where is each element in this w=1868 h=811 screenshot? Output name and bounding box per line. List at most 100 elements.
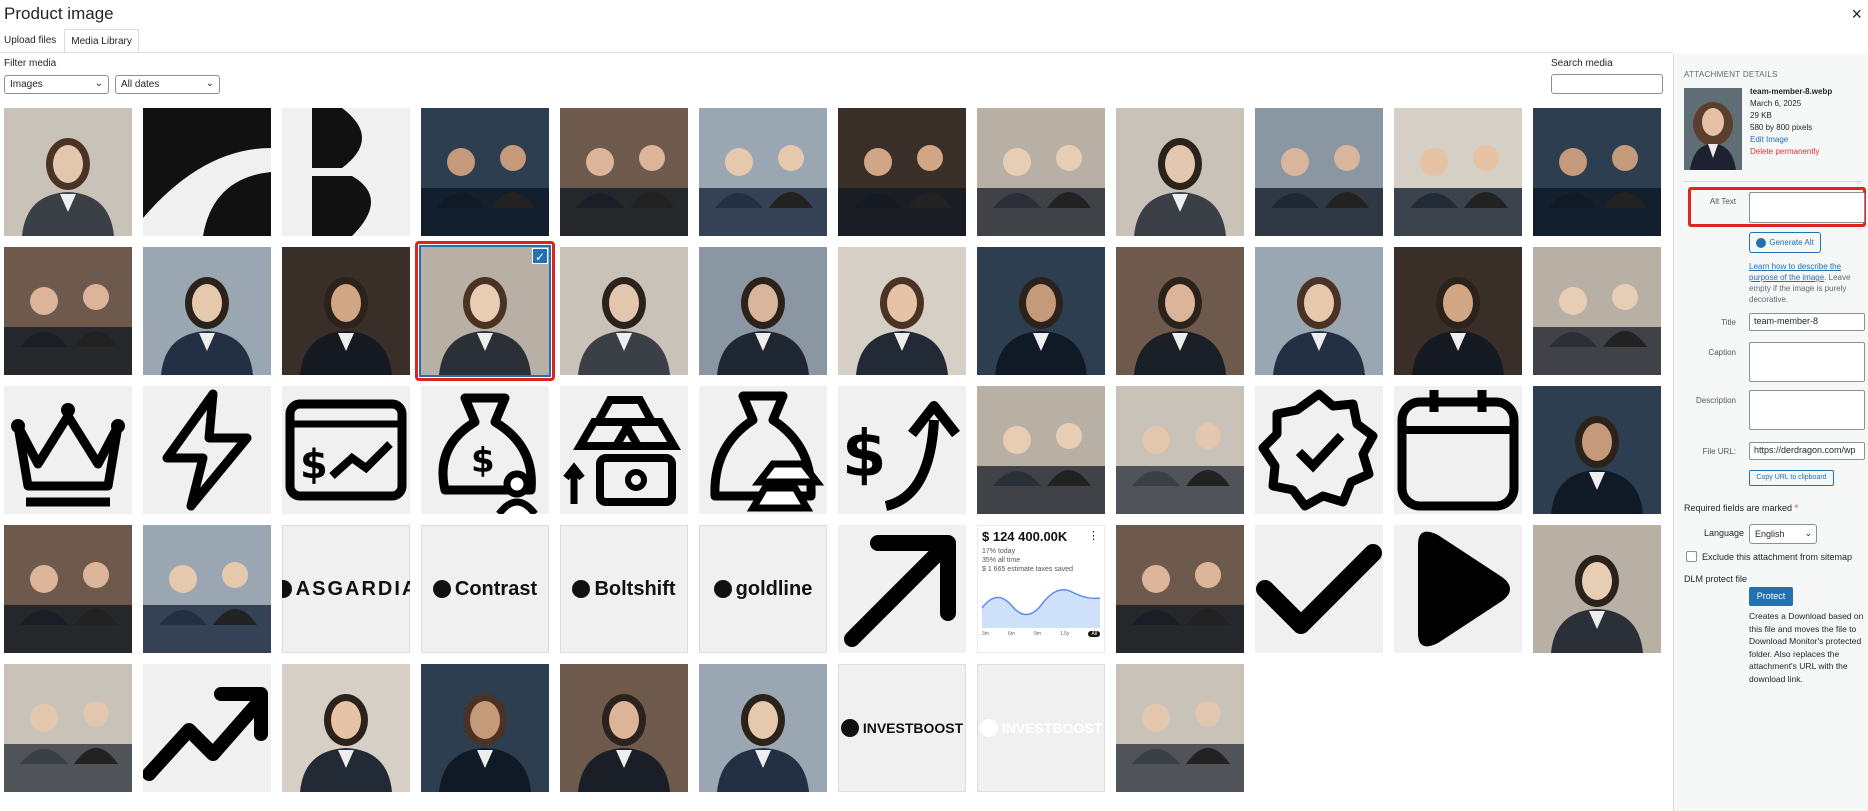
alt-text-label: Alt Text	[1709, 197, 1736, 206]
woman-dark-hair-tile[interactable]	[1116, 247, 1244, 375]
woman-laptop-tile[interactable]	[143, 247, 271, 375]
calendar-icon	[1394, 386, 1522, 514]
goldline-logo-tile[interactable]: goldline	[699, 525, 827, 653]
exclude-sitemap-row: Exclude this attachment from sitemap	[1686, 551, 1852, 562]
investboost-logo-light-tile[interactable]: INVESTBOOST	[977, 664, 1105, 792]
copy-url-button[interactable]: Copy URL to clipboard	[1749, 470, 1834, 486]
business-meeting-tile[interactable]	[421, 108, 549, 236]
lightning-icon-tile[interactable]	[143, 386, 271, 514]
attachment-details-panel: ATTACHMENT DETAILS team-member-8.webp Ma…	[1673, 54, 1868, 811]
attachment-dimensions: 580 by 800 pixels	[1750, 123, 1813, 132]
crown-icon	[4, 386, 132, 514]
tablet-chart-tile[interactable]	[1255, 108, 1383, 236]
man-suit-3-image	[977, 247, 1105, 375]
team-documents-tile[interactable]	[977, 386, 1105, 514]
woman-blue-blazer-image	[838, 247, 966, 375]
contrast-logo-tile[interactable]: Contrast	[421, 525, 549, 653]
woman-blue-blazer-tile[interactable]	[838, 247, 966, 375]
calendar-icon-tile[interactable]	[1394, 386, 1522, 514]
title-label: Title	[1721, 318, 1736, 327]
women-handshake-tile[interactable]	[4, 247, 132, 375]
protect-button[interactable]: Protect	[1749, 587, 1793, 606]
man-suit-2-tile[interactable]	[560, 247, 688, 375]
dark-blue-light-tile[interactable]	[143, 525, 271, 653]
crown-icon-tile[interactable]	[4, 386, 132, 514]
advisor-meeting-tile[interactable]	[560, 108, 688, 236]
laptop-coffee-tile[interactable]	[4, 525, 132, 653]
office-desks-tile[interactable]	[1533, 247, 1661, 375]
handshake-tile[interactable]	[1394, 108, 1522, 236]
money-bag-person-icon-tile[interactable]: $	[421, 386, 549, 514]
caption-field[interactable]	[1749, 342, 1865, 382]
title-field[interactable]: team-member-8	[1749, 313, 1865, 331]
dark-abstract-shape-2-tile[interactable]	[282, 108, 410, 236]
required-note: Required fields are marked *	[1684, 503, 1798, 513]
dollar-chart-window-icon-tile[interactable]: $	[282, 386, 410, 514]
man-bw-portrait-tile[interactable]	[560, 664, 688, 792]
exclude-sitemap-checkbox[interactable]	[1686, 551, 1697, 562]
money-bag-gold-icon-tile[interactable]	[699, 386, 827, 514]
man-grey-suit-tile[interactable]	[1255, 247, 1383, 375]
asgardia-logo-tile[interactable]: ASGARDIA	[282, 525, 410, 653]
dollar-arrow-up-icon-tile[interactable]: $	[838, 386, 966, 514]
attachment-details-heading: ATTACHMENT DETAILS	[1684, 70, 1778, 79]
man-tablet-smiling-tile[interactable]	[4, 108, 132, 236]
generate-alt-label: Generate Alt	[1769, 238, 1814, 247]
team-writing-image	[1116, 386, 1244, 514]
tab-media-library[interactable]: Media Library	[64, 29, 139, 53]
man-suit-3-tile[interactable]	[977, 247, 1105, 375]
verified-badge-icon-tile[interactable]	[1255, 386, 1383, 514]
language-label: Language	[1703, 528, 1744, 538]
search-media-input[interactable]	[1551, 74, 1663, 94]
play-icon-tile[interactable]	[1394, 525, 1522, 653]
dark-abstract-shape-1-tile[interactable]	[143, 108, 271, 236]
woman-city-tile[interactable]	[699, 247, 827, 375]
man-laptop-dark-tile[interactable]	[1533, 386, 1661, 514]
lightning-icon	[143, 386, 271, 514]
date-filter-select[interactable]: All dates ⌄	[115, 75, 220, 94]
man-suit-2-image	[560, 247, 688, 375]
language-select[interactable]: English ⌄	[1749, 524, 1817, 544]
dlm-protect-label: DLM protect file	[1684, 574, 1748, 584]
arrow-up-right-icon-tile[interactable]	[838, 525, 966, 653]
more-options-icon: ⋮	[1088, 530, 1099, 542]
goldline-logo-text: goldline	[735, 577, 813, 600]
man-bw-portrait-image	[560, 664, 688, 792]
trend-up-icon-tile[interactable]	[143, 664, 271, 792]
edit-image-link[interactable]: Edit Image	[1750, 134, 1832, 146]
growth-chart-hand-tile[interactable]	[1533, 108, 1661, 236]
alt-text-field[interactable]	[1749, 192, 1865, 223]
woman-long-hair-tile[interactable]	[421, 664, 549, 792]
close-icon[interactable]: ×	[1851, 4, 1862, 24]
man-portrait-bg-tile[interactable]	[282, 664, 410, 792]
man-suit-1-tile[interactable]	[282, 247, 410, 375]
woman-yellow-hat-tile[interactable]	[699, 664, 827, 792]
delete-permanently-link[interactable]: Delete permanently	[1750, 146, 1832, 158]
young-man-portrait-tile[interactable]	[1394, 247, 1522, 375]
boltshift-logo-tile[interactable]: Boltshift	[560, 525, 688, 653]
man-phone-desk-tile[interactable]	[1116, 108, 1244, 236]
description-field[interactable]	[1749, 390, 1865, 430]
exclude-sitemap-label: Exclude this attachment from sitemap	[1702, 551, 1853, 562]
laptop-discussion-tile[interactable]	[838, 108, 966, 236]
finance-widget-tile[interactable]: $ 124 400.00K 17% today 35% all time $ 1 66…	[977, 525, 1105, 653]
required-note-text: Required fields are marked	[1684, 503, 1793, 513]
makeup-artist-tile[interactable]	[1116, 664, 1244, 792]
generate-alt-button[interactable]: Generate Alt	[1749, 232, 1821, 253]
finance-widget-l3: $ 1 665 estimate taxes saved	[982, 566, 1074, 573]
team-writing-tile[interactable]	[1116, 386, 1244, 514]
gold-bars-cycle-icon-tile[interactable]	[560, 386, 688, 514]
media-type-select[interactable]: Images ⌄	[4, 75, 109, 94]
checkmark-icon-tile[interactable]	[1255, 525, 1383, 653]
charts-pen-tile[interactable]	[699, 108, 827, 236]
tab-upload-files[interactable]: Upload files	[0, 29, 60, 53]
hair-closeup-tile[interactable]	[1116, 525, 1244, 653]
teal-phone-3d-tile[interactable]	[4, 664, 132, 792]
media-type-value: Images	[10, 79, 43, 90]
finance-widget-range-tabs: 3m 6m 9m 1.5y All	[982, 631, 1100, 637]
money-bag-person-icon: $	[421, 386, 549, 514]
man-glasses-phone-tile[interactable]	[1533, 525, 1661, 653]
investboost-logo-dark-tile[interactable]: INVESTBOOST	[838, 664, 966, 792]
file-url-field[interactable]: https://derdragon.com/wp	[1749, 442, 1865, 460]
trading-screens-tile[interactable]	[977, 108, 1105, 236]
